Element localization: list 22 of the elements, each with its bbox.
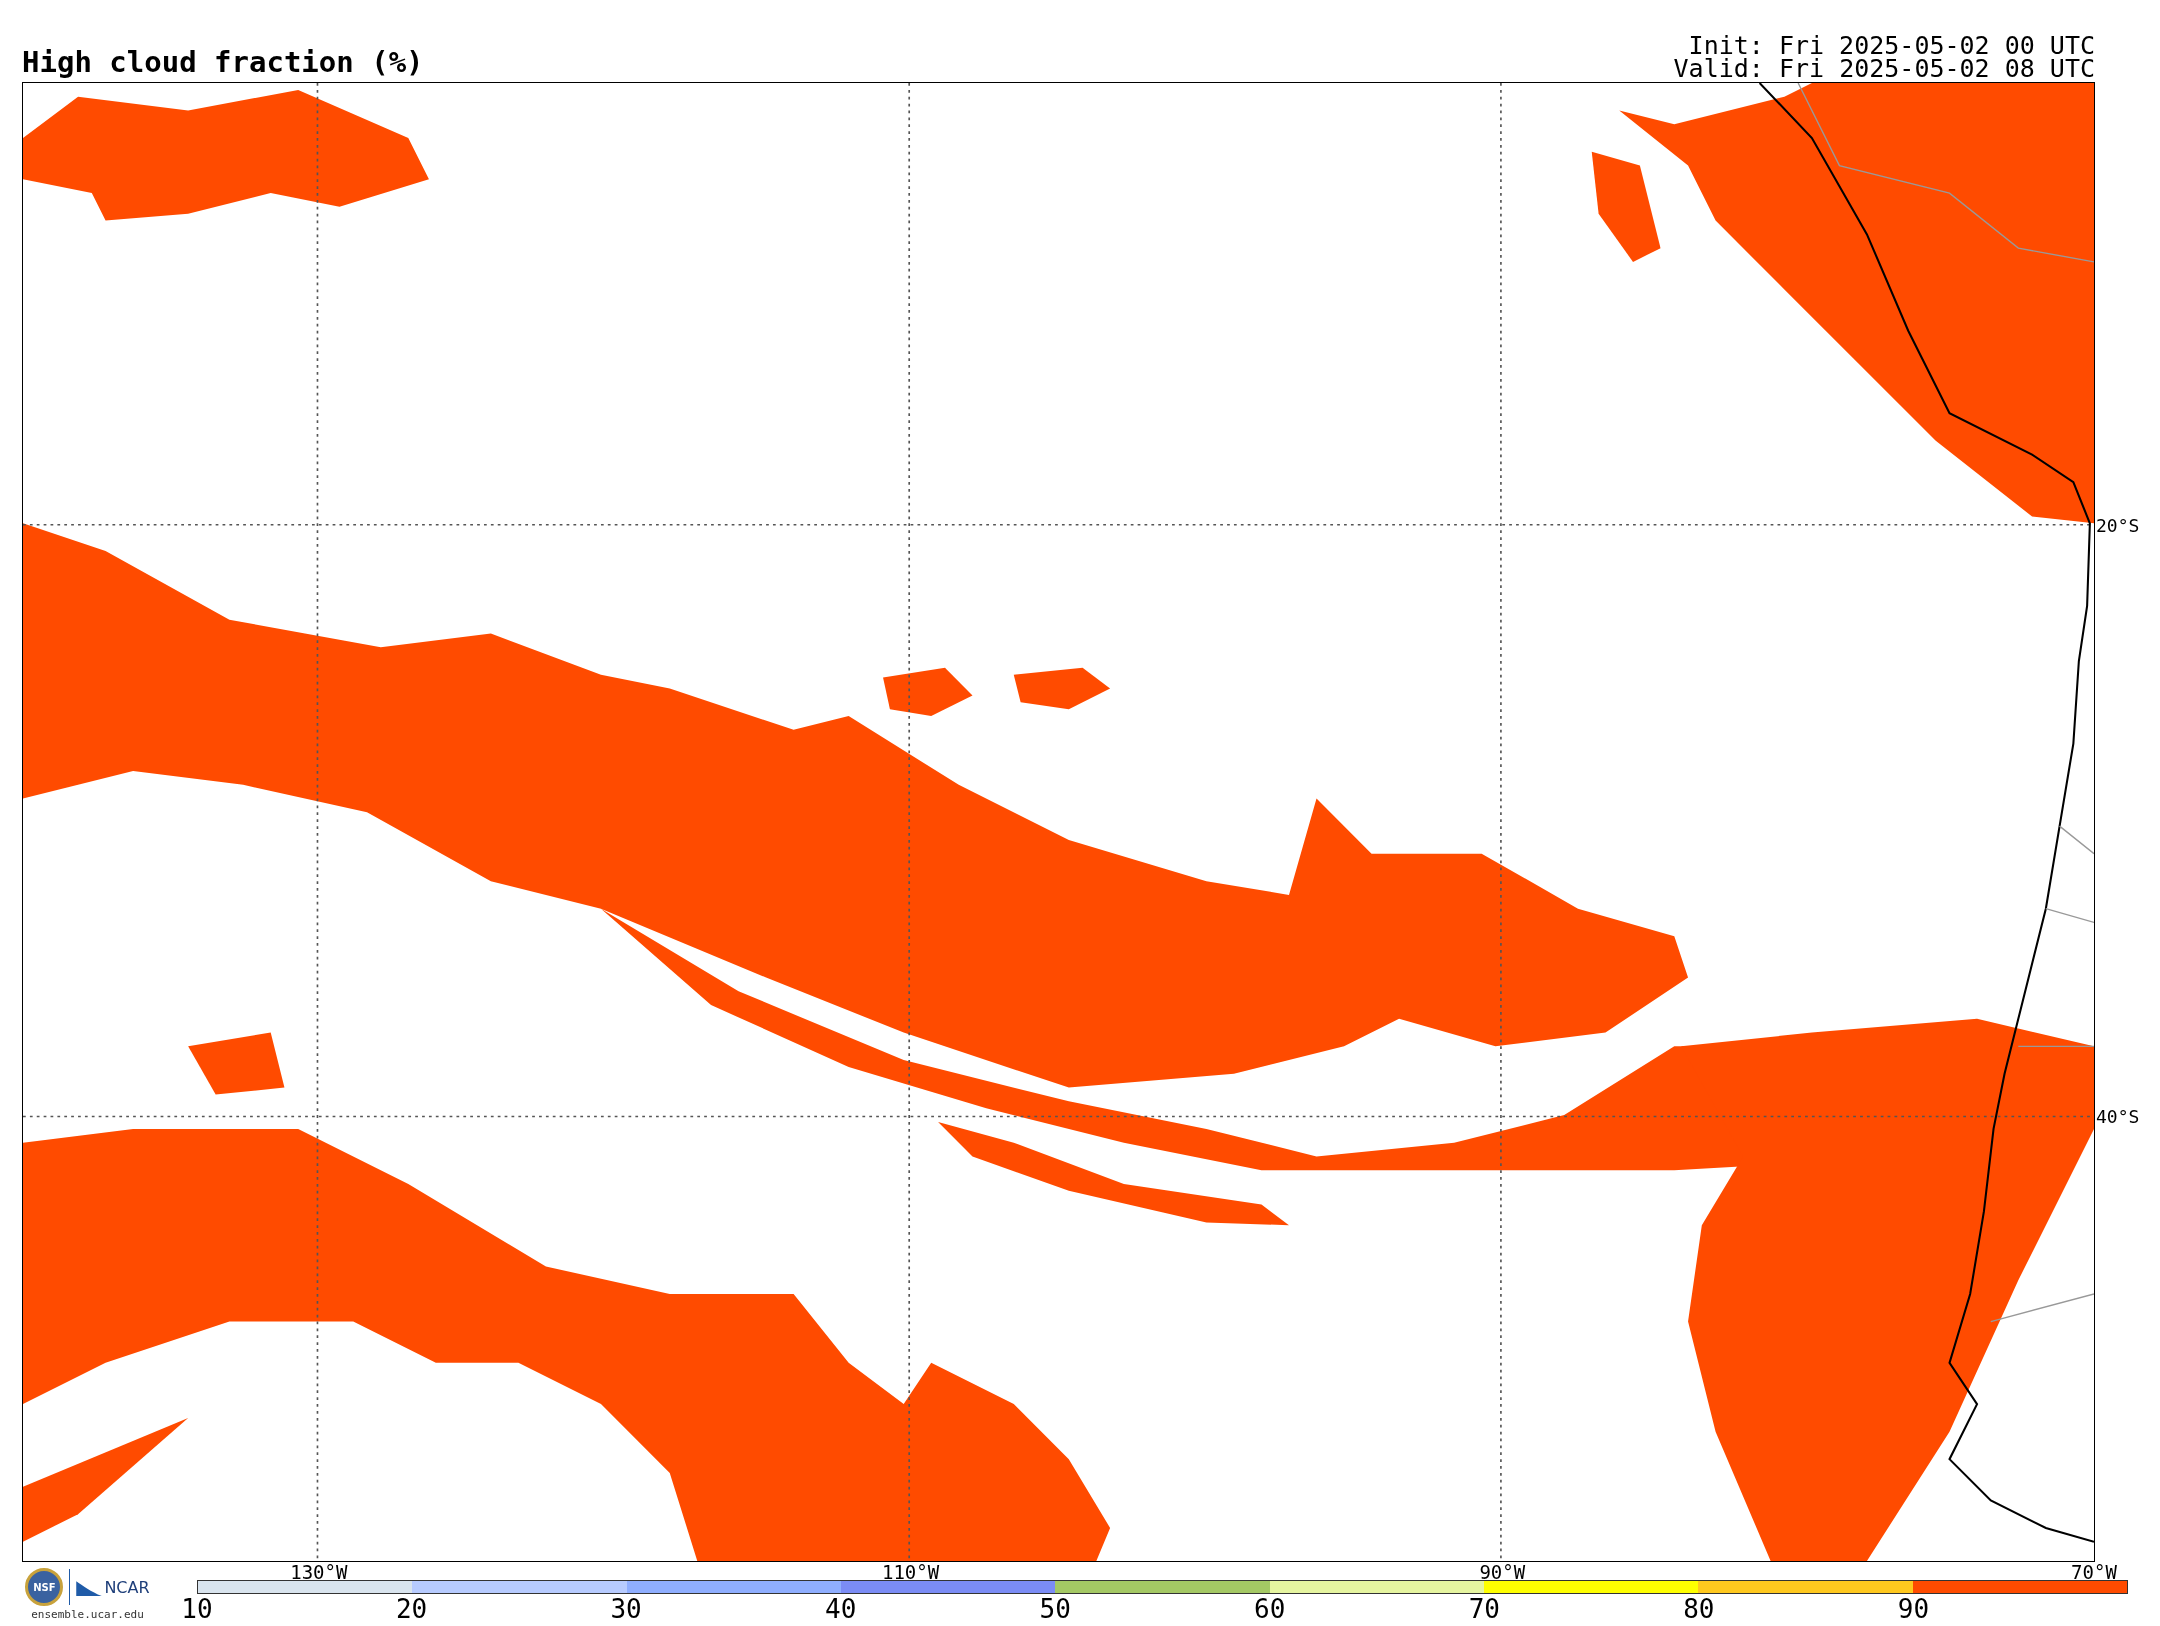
longitude-label: 90°W bbox=[1479, 1563, 1526, 1582]
scale-tick-label: 30 bbox=[610, 1596, 642, 1622]
nsf-logo: NSF bbox=[25, 1568, 64, 1606]
scale-tick-label: 40 bbox=[825, 1596, 857, 1622]
scale-tick-label: 90 bbox=[1897, 1596, 1930, 1622]
site-address: ensemble.ucar.edu bbox=[31, 1608, 144, 1621]
chart-title: High cloud fraction (%) bbox=[22, 48, 424, 77]
ncar-logo: NCAR bbox=[104, 1577, 150, 1597]
longitude-label: 130°W bbox=[290, 1563, 348, 1582]
init-time: Init: Fri 2025-05-02 00 UTC bbox=[1688, 34, 2095, 57]
scale-tick-label: 50 bbox=[1039, 1596, 1071, 1622]
scale-tick-label: 20 bbox=[395, 1596, 428, 1622]
latitude-label: 20°S bbox=[2096, 514, 2140, 536]
scale-tick-label: 70 bbox=[1468, 1596, 1500, 1622]
scale-tick-label: 10 bbox=[181, 1596, 213, 1622]
swoosh-icon bbox=[76, 1578, 103, 1596]
scale-tick-label: 80 bbox=[1683, 1596, 1715, 1622]
valid-time: Valid: Fri 2025-05-02 08 UTC bbox=[1673, 57, 2095, 80]
longitude-label: 110°W bbox=[881, 1563, 940, 1582]
latitude-label: 40°S bbox=[2096, 1105, 2140, 1127]
scale-tick-label: 60 bbox=[1254, 1596, 1286, 1622]
longitude-label: 70°W bbox=[2071, 1563, 2117, 1582]
